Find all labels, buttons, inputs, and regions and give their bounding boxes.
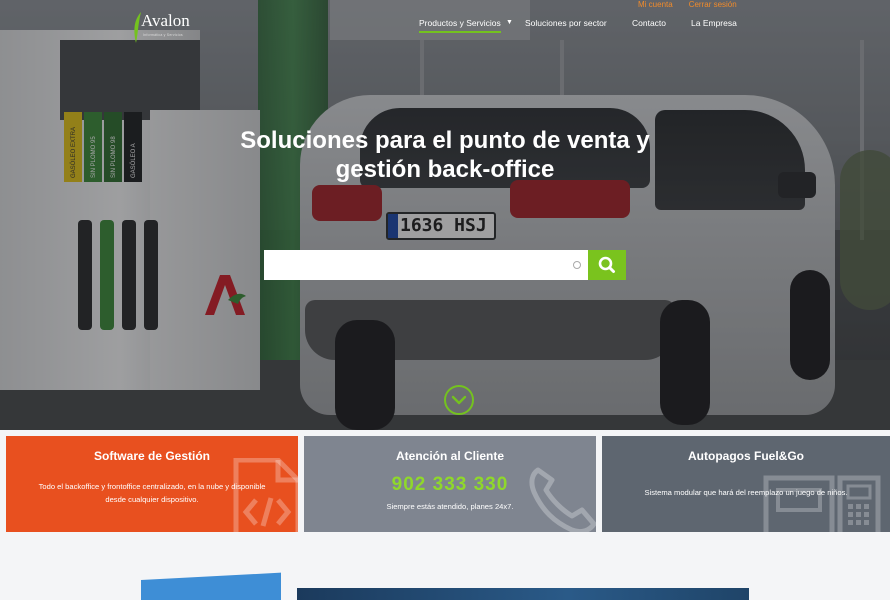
nav-item-contacto[interactable]: Contacto — [632, 18, 666, 28]
logout-link[interactable]: Cerrar sesión — [689, 0, 737, 9]
page: GASÓLEO EXTRA SIN PLOMO 95 SIN PLOMO 98 … — [0, 0, 890, 600]
hero-overlay — [0, 0, 890, 430]
section-preview-image — [297, 588, 749, 600]
my-account-link[interactable]: Mi cuenta — [638, 0, 673, 9]
card-title: Autopagos Fuel&Go — [688, 449, 804, 463]
nav-item-soluciones-sector[interactable]: Soluciones por sector — [525, 18, 607, 28]
support-phone-number[interactable]: 902 333 330 — [304, 474, 596, 496]
card-title: Software de Gestión — [93, 449, 211, 463]
chevron-down-icon — [451, 395, 467, 405]
card-autopagos[interactable]: Autopagos Fuel&Go Sistema modular que ha… — [602, 436, 890, 532]
kiosk-icon — [763, 475, 881, 532]
card-description: Todo el backoffice y frontoffice central… — [38, 482, 266, 504]
loading-spinner-icon — [573, 261, 581, 269]
section-preview-blue — [141, 572, 281, 600]
search-bar — [264, 250, 626, 280]
search-icon — [598, 256, 615, 273]
card-description: Sistema modular que hará del reemplazo u… — [644, 488, 848, 497]
scroll-down-button[interactable] — [444, 385, 474, 415]
brand-tagline: Informática y Servicios — [143, 33, 183, 37]
nav-item-la-empresa[interactable]: La Empresa — [691, 18, 737, 28]
headline-line2: gestión back-office — [335, 156, 555, 183]
account-links: Mi cuenta Cerrar sesión — [638, 0, 737, 9]
search-input[interactable] — [264, 250, 588, 280]
card-atencion-cliente[interactable]: Atención al Cliente 902 333 330 Siempre … — [304, 436, 596, 532]
card-title: Atención al Cliente — [395, 449, 505, 463]
nav-item-productos-servicios[interactable]: Productos y Servicios — [419, 18, 501, 33]
card-software-gestion[interactable]: Software de Gestión Todo el backoffice y… — [6, 436, 298, 532]
headline-line1: Soluciones para el punto de venta y — [240, 127, 650, 154]
card-description: Siempre estás atendido, planes 24x7. — [386, 502, 514, 511]
hero-headline: Soluciones para el punto de venta y gest… — [0, 126, 890, 184]
brand-name: Avalon — [141, 11, 190, 30]
hero-banner: GASÓLEO EXTRA SIN PLOMO 95 SIN PLOMO 98 … — [0, 0, 890, 430]
search-button[interactable] — [588, 250, 626, 280]
brand-logo[interactable]: Avalon Informática y Servicios — [133, 10, 203, 46]
chevron-down-icon[interactable]: ▼ — [506, 19, 513, 26]
